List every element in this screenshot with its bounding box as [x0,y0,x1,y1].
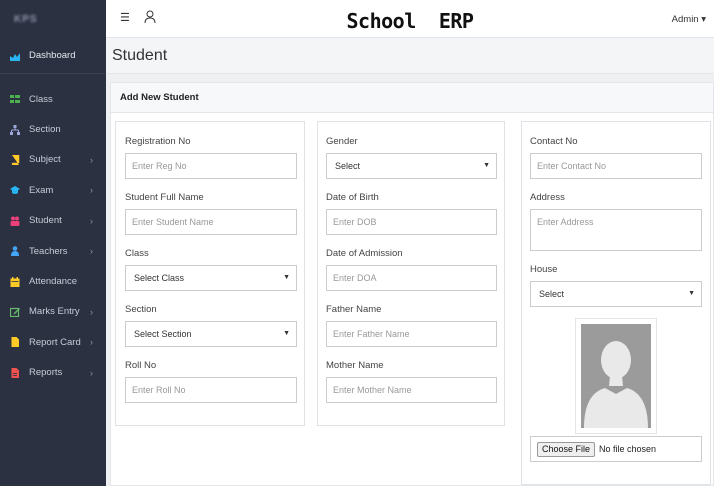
choose-file-button[interactable]: Choose File [537,441,596,457]
form-column-middle: Gender Select ▼ Date of Birth Date of Ad… [317,121,505,426]
contact-no-label: Contact No [530,136,578,147]
sidebar-item-label: Report Card [29,336,81,348]
contact-no-input[interactable] [530,153,702,179]
mother-name-input[interactable] [326,377,497,403]
chevron-right-icon: › [90,185,93,196]
admin-menu[interactable]: Admin ▾ [672,14,706,25]
student-name-label: Student Full Name [125,192,204,203]
caret-down-icon: ▼ [688,290,695,297]
registration-no-label: Registration No [125,136,191,147]
sidebar-item-label: Attendance [29,276,78,288]
sidebar-item-student[interactable]: Student › [0,206,106,236]
class-label: Class [125,248,149,259]
father-name-input[interactable] [326,321,497,347]
admission-date-label: Date of Admission [326,248,403,259]
sidebar-item-label: Exam [29,184,54,196]
sidebar-item-label: Subject [29,154,61,166]
student-name-input[interactable] [125,209,297,235]
address-textarea[interactable] [530,209,702,251]
house-label: House [530,264,558,275]
file-icon [11,337,19,348]
gender-label: Gender [326,136,358,147]
caret-down-icon: ▼ [283,274,290,281]
sidebar-item-label: Class [29,93,53,105]
sidebar-item-label: Reports [29,367,63,379]
file-status: No file chosen [599,444,657,454]
photo-file-input[interactable]: Choose File No file chosen [530,436,702,462]
chevron-right-icon: › [90,246,93,257]
chevron-right-icon: › [90,215,93,226]
section-select[interactable]: Select Section ▼ [125,321,297,347]
users-icon [10,216,20,226]
calendar-icon [10,276,20,287]
chevron-right-icon: › [90,337,93,348]
class-select[interactable]: Select Class ▼ [125,265,297,291]
section-select-value: Select Section [134,329,192,339]
section-label: Section [125,304,157,315]
photo-preview [575,318,657,434]
form-column-right: Contact No Address House Select ▼ [521,121,711,485]
sidebar: KPS Dashboard Class Section Subject › Ex… [0,0,106,486]
sidebar-item-class[interactable]: Class [0,84,106,114]
user-icon [11,246,19,257]
area-chart-icon [10,52,20,61]
father-name-label: Father Name [326,304,382,315]
gender-select-value: Select [335,161,361,171]
book-icon [11,154,20,165]
class-select-value: Select Class [134,273,185,283]
address-label: Address [530,192,565,203]
page-title: Student [112,47,168,64]
card-title: Add New Student [111,83,713,113]
brand-logo: KPS [14,13,38,25]
sidebar-item-label: Section [29,124,61,136]
house-select[interactable]: Select ▼ [530,281,702,307]
edit-icon [10,307,20,317]
report-icon [11,367,19,378]
caret-down-icon: ▼ [283,330,290,337]
sidebar-item-report-card[interactable]: Report Card › [0,327,106,357]
sidebar-item-subject[interactable]: Subject › [0,145,106,175]
sidebar-item-label: Teachers [29,245,68,257]
avatar-placeholder [581,324,651,428]
house-select-value: Select [539,289,565,299]
roll-no-input[interactable] [125,377,297,403]
dob-label: Date of Birth [326,192,379,203]
grid-icon [10,95,20,104]
main-content: Add New Student Registration No Student … [106,74,714,486]
top-bar: ☰ School ERP Admin ▾ [106,0,714,38]
chevron-right-icon: › [90,154,93,165]
chevron-right-icon: › [90,306,93,317]
mother-name-label: Mother Name [326,360,384,371]
roll-no-label: Roll No [125,360,157,371]
chevron-right-icon: › [90,367,93,378]
person-silhouette-icon [584,341,648,428]
sidebar-item-attendance[interactable]: Attendance [0,266,106,296]
sidebar-item-label: Student [29,215,62,227]
registration-no-input[interactable] [125,153,297,179]
sidebar-item-marks-entry[interactable]: Marks Entry › [0,297,106,327]
app-title: School ERP [346,9,474,33]
sidebar-item-reports[interactable]: Reports › [0,358,106,388]
sidebar-item-dashboard[interactable]: Dashboard [0,38,106,74]
hierarchy-icon [10,124,20,135]
sidebar-item-teachers[interactable]: Teachers › [0,236,106,266]
form-column-left: Registration No Student Full Name Class … [115,121,305,426]
graduation-cap-icon [10,186,20,195]
dob-input[interactable] [326,209,497,235]
admission-date-input[interactable] [326,265,497,291]
sidebar-item-label: Marks Entry [29,306,80,318]
sidebar-item-label: Dashboard [29,50,76,61]
add-student-card: Add New Student Registration No Student … [110,82,714,486]
page-header: Student [106,38,714,74]
caret-down-icon: ▼ [483,162,490,169]
sidebar-item-exam[interactable]: Exam › [0,175,106,205]
gender-select[interactable]: Select ▼ [326,153,497,179]
sidebar-item-section[interactable]: Section [0,114,106,144]
